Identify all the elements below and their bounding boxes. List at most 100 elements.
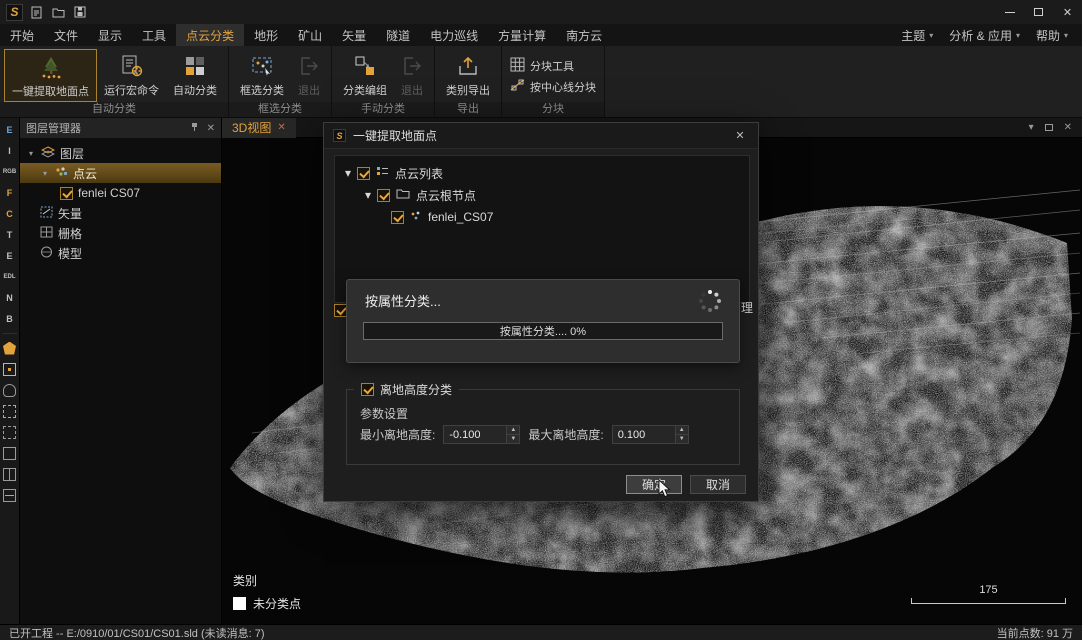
- tab-tools[interactable]: 工具: [132, 24, 176, 46]
- pin-icon[interactable]: [190, 122, 199, 135]
- close-button[interactable]: ✕: [1053, 0, 1082, 24]
- caret-down-icon[interactable]: ▾: [365, 188, 371, 202]
- tab-file[interactable]: 文件: [44, 24, 88, 46]
- help-menu[interactable]: 帮助▾: [1030, 27, 1074, 44]
- tab-terrain[interactable]: 地形: [244, 24, 288, 46]
- legend-item-unclassified: 未分类点: [233, 595, 301, 612]
- tree-node-model[interactable]: 模型: [20, 243, 221, 263]
- ribbon-group-blocks: 分块工具 按中心线分块 分块: [502, 46, 605, 117]
- maximize-button[interactable]: [1024, 0, 1053, 24]
- node-checkbox[interactable]: [391, 211, 404, 224]
- step-up-icon[interactable]: ▲: [676, 426, 688, 434]
- cancel-button[interactable]: 取消: [690, 475, 746, 494]
- open-project-icon[interactable]: [52, 6, 65, 18]
- min-height-stepper[interactable]: ▲ ▼: [507, 425, 520, 444]
- node-checkbox[interactable]: [357, 167, 370, 180]
- tree-node-layers[interactable]: ▾ 图层: [20, 143, 221, 163]
- lasso-select-icon[interactable]: [2, 446, 18, 460]
- tree-node-vector[interactable]: 矢量: [20, 203, 221, 223]
- layer-panel-title: 图层管理器: [26, 120, 81, 136]
- tab-mine[interactable]: 矿山: [288, 24, 332, 46]
- minimize-button[interactable]: [995, 0, 1024, 24]
- tab-home[interactable]: 开始: [0, 24, 44, 46]
- min-height-input[interactable]: [443, 425, 507, 444]
- tab-display[interactable]: 显示: [88, 24, 132, 46]
- caret-down-icon[interactable]: ▾: [345, 166, 351, 180]
- node-checkbox[interactable]: [377, 189, 390, 202]
- dialog-tree-node-fenlei[interactable]: fenlei_CS07: [335, 206, 749, 228]
- picker-tool-icon[interactable]: [2, 362, 18, 376]
- tab-tunnel[interactable]: 隧道: [376, 24, 420, 46]
- pane-menu-icon[interactable]: ▾: [1029, 122, 1034, 133]
- ribbon-group-manual-classify: 分类编组 退出 手动分类: [332, 46, 435, 117]
- ribbon-group-label: 手动分类: [332, 102, 434, 117]
- view-tab-3d[interactable]: 3D视图 ✕: [222, 118, 296, 138]
- window-controls: ✕: [995, 0, 1082, 24]
- layers-icon: [41, 146, 55, 161]
- fill-tool-icon[interactable]: [2, 341, 18, 355]
- tab-powerline[interactable]: 电力巡线: [420, 24, 488, 46]
- raster-icon: [40, 226, 53, 241]
- caret-down-icon[interactable]: ▾: [40, 169, 50, 178]
- tab-vector[interactable]: 矢量: [332, 24, 376, 46]
- max-height-input[interactable]: [612, 425, 676, 444]
- tree-node-raster[interactable]: 栅格: [20, 223, 221, 243]
- ground-height-checkbox[interactable]: [361, 383, 374, 396]
- analysis-apps-menu[interactable]: 分析 & 应用▾: [943, 27, 1026, 44]
- ribbon: 一键提取地面点 运行宏命令 自动分类 自动分类: [0, 46, 1082, 118]
- centerline-block-icon: [510, 78, 525, 96]
- centerline-block-button[interactable]: 按中心线分块: [510, 78, 596, 96]
- block-tool-button[interactable]: 分块工具: [510, 57, 596, 75]
- tree-node-fenlei-cs07[interactable]: fenlei CS07: [20, 183, 221, 203]
- layer-checkbox[interactable]: [60, 187, 73, 200]
- step-up-icon[interactable]: ▲: [507, 426, 519, 434]
- edl-render-icon[interactable]: EDL: [2, 270, 18, 284]
- ok-button[interactable]: 确定: [626, 475, 682, 494]
- f-render-icon[interactable]: F: [2, 186, 18, 200]
- clip-tool-icon[interactable]: [2, 467, 18, 481]
- tab-close-icon[interactable]: ✕: [277, 122, 285, 133]
- rect-select-icon[interactable]: [2, 404, 18, 418]
- echo-render-icon[interactable]: E: [2, 249, 18, 263]
- blend-render-icon[interactable]: B: [2, 312, 18, 326]
- new-project-icon[interactable]: [31, 6, 43, 19]
- run-macro-button[interactable]: 运行宏命令: [97, 49, 166, 102]
- tab-pointcloud-classify[interactable]: 点云分类: [176, 24, 244, 46]
- dialog-tree-node-list[interactable]: ▾ 点云列表: [335, 162, 749, 184]
- auto-classify-button[interactable]: 自动分类: [166, 49, 224, 102]
- time-render-icon[interactable]: T: [2, 228, 18, 242]
- ribbon-group-export: 类别导出 导出: [435, 46, 502, 117]
- save-project-icon[interactable]: [74, 6, 86, 18]
- caret-down-icon[interactable]: ▾: [26, 149, 36, 158]
- theme-menu[interactable]: 主题▾: [895, 27, 939, 44]
- progress-overlay: 按属性分类... 按属性分类.... 0%: [346, 279, 740, 363]
- panel-close-icon[interactable]: ✕: [207, 123, 215, 134]
- normal-render-icon[interactable]: N: [2, 291, 18, 305]
- layer-manager-panel: 图层管理器 ✕ ▾ 图层 ▾ 点云 f: [20, 118, 222, 624]
- category-export-button[interactable]: 类别导出: [439, 49, 497, 102]
- ribbon-group-box-classify: 框选分类 退出 框选分类: [229, 46, 332, 117]
- pane-float-icon[interactable]: [1045, 124, 1053, 131]
- rgb-render-icon[interactable]: RGB: [2, 165, 18, 179]
- tree-node-pointcloud[interactable]: ▾ 点云: [20, 163, 221, 183]
- pane-close-icon[interactable]: ✕: [1064, 122, 1072, 133]
- step-down-icon[interactable]: ▼: [507, 434, 519, 443]
- classify-grouping-button[interactable]: 分类编组: [336, 49, 394, 102]
- chevron-down-icon: ▾: [1016, 31, 1020, 40]
- pan-tool-icon[interactable]: [2, 383, 18, 397]
- intensity-render-icon[interactable]: I: [2, 144, 18, 158]
- dialog-close-icon[interactable]: ✕: [731, 129, 749, 142]
- box-select-classify-button[interactable]: 框选分类: [233, 49, 291, 102]
- extract-ground-points-button[interactable]: 一键提取地面点: [4, 49, 97, 102]
- step-down-icon[interactable]: ▼: [676, 434, 688, 443]
- tab-south-cloud[interactable]: 南方云: [556, 24, 612, 46]
- view-pane-controls: ▾ ✕: [1029, 122, 1082, 133]
- profile-tool-icon[interactable]: [2, 488, 18, 502]
- dialog-tree-node-root[interactable]: ▾ 点云根节点: [335, 184, 749, 206]
- elevation-render-icon[interactable]: E: [2, 123, 18, 137]
- tab-volume[interactable]: 方量计算: [488, 24, 556, 46]
- dialog-titlebar[interactable]: S 一键提取地面点 ✕: [324, 123, 758, 149]
- polygon-select-icon[interactable]: [2, 425, 18, 439]
- classification-render-icon[interactable]: C: [2, 207, 18, 221]
- max-height-stepper[interactable]: ▲ ▼: [676, 425, 689, 444]
